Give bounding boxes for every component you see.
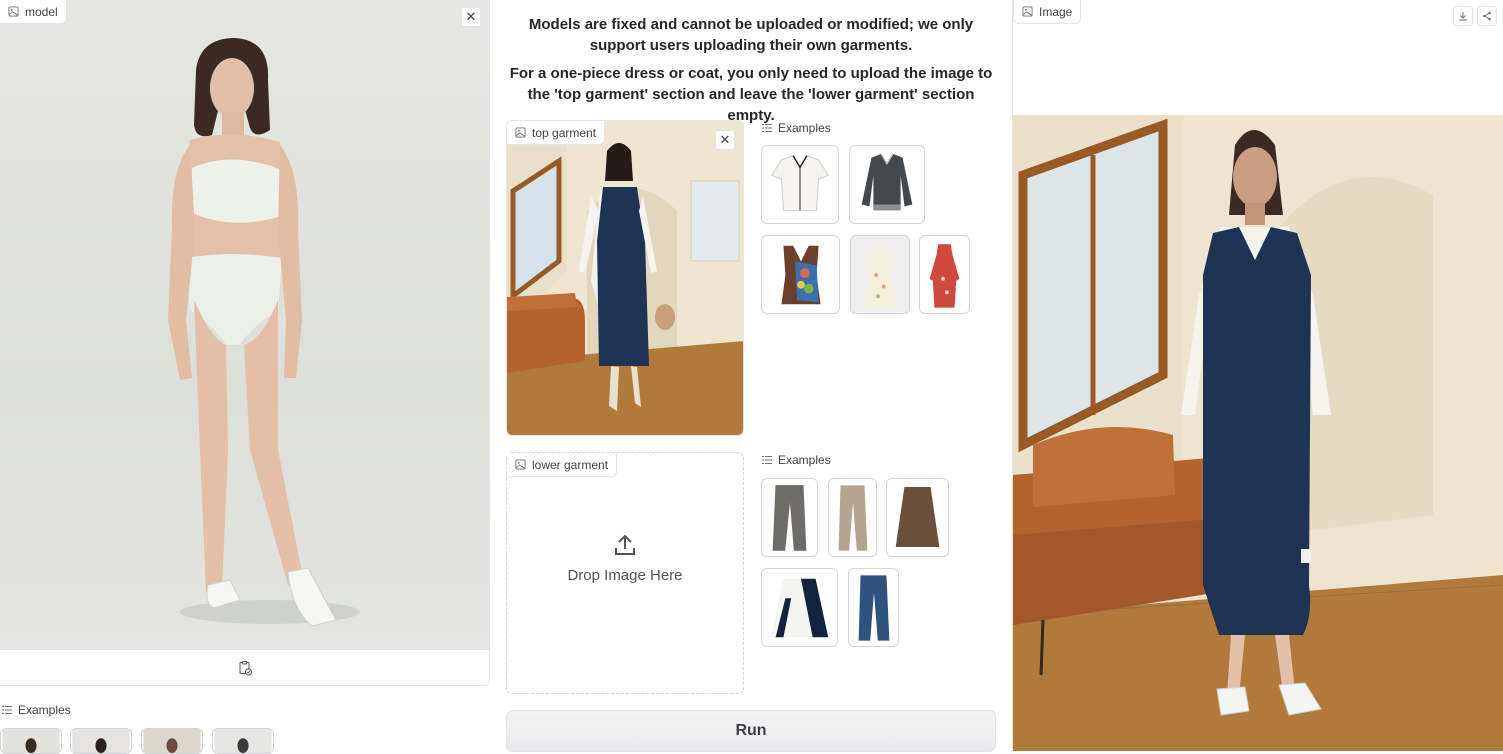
list-icon (762, 124, 772, 132)
list-icon (762, 456, 772, 464)
result-panel: Image (1012, 0, 1503, 753)
model-example-1[interactable] (0, 728, 62, 754)
model-image (0, 0, 489, 650)
run-button[interactable]: Run (506, 710, 996, 752)
model-label: model (0, 0, 67, 24)
top-example-red-dress[interactable] (919, 235, 970, 314)
notice-text: Models are fixed and cannot be uploaded … (505, 14, 997, 126)
lower-example-grey-trousers[interactable] (761, 478, 818, 557)
image-icon (515, 127, 526, 138)
list-icon (2, 706, 12, 714)
top-examples-header: Examples (762, 121, 831, 135)
top-garment-label: top garment (507, 121, 606, 145)
close-icon[interactable]: ✕ (715, 130, 735, 150)
drop-text: Drop Image Here (567, 567, 683, 584)
top-garment-panel[interactable]: top garment ✕ (506, 120, 744, 436)
lower-example-beige-trousers[interactable] (828, 478, 877, 557)
lower-garment-panel[interactable]: lower garment Drop Image Here (506, 452, 744, 694)
image-icon (8, 6, 19, 17)
download-icon[interactable] (1453, 6, 1473, 26)
close-icon[interactable]: ✕ (461, 7, 481, 27)
model-example-2[interactable] (70, 728, 132, 754)
lower-examples-header: Examples (762, 453, 831, 467)
share-icon[interactable] (1477, 6, 1497, 26)
model-panel: model ✕ (0, 0, 490, 686)
result-label: Image (1013, 0, 1082, 24)
upload-icon (615, 534, 635, 555)
model-example-3[interactable] (141, 728, 203, 754)
model-example-4[interactable] (212, 728, 274, 754)
clipboard-icon[interactable] (237, 660, 253, 676)
model-footer (0, 650, 489, 685)
image-icon (1022, 6, 1033, 17)
top-example-grey-polo[interactable] (849, 145, 925, 224)
result-image (1013, 115, 1503, 751)
model-examples-header: Examples (2, 703, 71, 717)
top-garment-image (507, 121, 743, 435)
drop-zone[interactable]: Drop Image Here (507, 533, 743, 584)
top-example-floral-dress[interactable] (850, 235, 910, 314)
lower-example-blue-jeans[interactable] (848, 568, 899, 647)
lower-example-brown-skirt[interactable] (886, 478, 949, 557)
top-example-floral-vest[interactable] (761, 235, 840, 314)
image-icon (515, 459, 526, 470)
top-example-white-blouse[interactable] (761, 145, 839, 224)
lower-garment-label: lower garment (507, 453, 618, 477)
notice-line-2: For a one-piece dress or coat, you only … (509, 65, 993, 124)
notice-line-1: Models are fixed and cannot be uploaded … (528, 16, 974, 54)
lower-example-striped-skirt[interactable] (761, 568, 838, 647)
